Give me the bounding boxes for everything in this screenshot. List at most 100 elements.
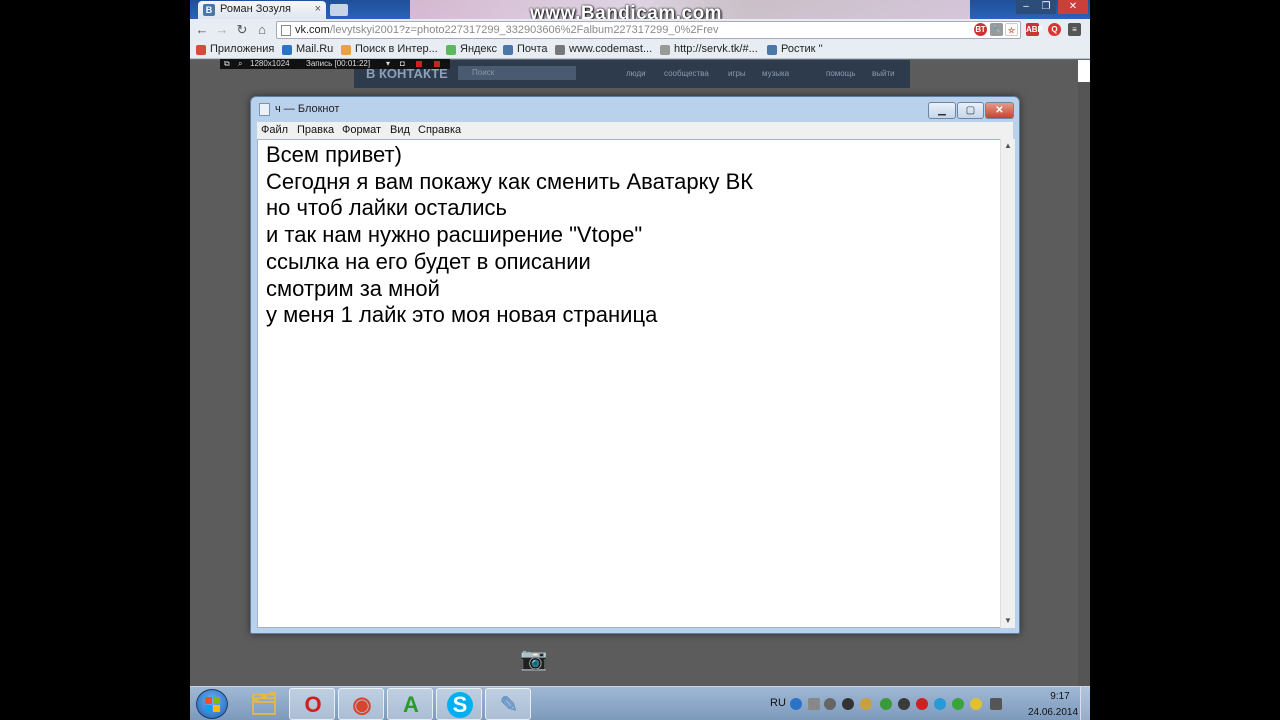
taskbar-notepad[interactable]: ✎	[485, 688, 531, 720]
browser-tab[interactable]: В Роман Зозуля ×	[198, 1, 326, 19]
bookmark-star-icon[interactable]: ☆	[1005, 23, 1018, 36]
url-host: vk.com	[295, 24, 330, 36]
scroll-up-icon[interactable]: ▲	[1001, 139, 1015, 153]
volume-icon[interactable]	[824, 698, 836, 710]
help-icon[interactable]	[790, 698, 802, 710]
clock-date[interactable]: 24.06.2014	[1020, 707, 1086, 718]
screen: В Роман Зозуля × www.Bandicam.com – ❐ ✕ …	[190, 0, 1090, 720]
skype-tray-icon[interactable]	[934, 698, 946, 710]
zoom-icon[interactable]: ⌕	[238, 59, 242, 69]
taskbar-aimp[interactable]: A	[387, 688, 433, 720]
menu-edit[interactable]: Правка	[297, 124, 334, 136]
close-button[interactable]: ✕	[1058, 0, 1088, 14]
vk-menu-item[interactable]: сообщества	[664, 69, 709, 78]
vk-search-input[interactable]: Поиск	[458, 66, 576, 80]
reload-icon[interactable]: ↻	[234, 22, 250, 38]
record-tray-icon[interactable]	[916, 698, 928, 710]
page-icon	[660, 45, 670, 55]
vtope-extension-icon[interactable]: ВТ	[974, 23, 987, 36]
bookmark-item[interactable]: Ростик ''	[767, 43, 823, 55]
language-indicator[interactable]: RU	[770, 697, 786, 709]
skype-icon: S	[447, 692, 473, 718]
search-globe-icon	[341, 45, 351, 55]
taskbar: 🗂 O ◉ A S ✎ RU 9:17 24.06.2014	[190, 686, 1090, 720]
page-icon	[281, 25, 291, 36]
taskbar-skype[interactable]: S	[436, 688, 482, 720]
app-tray-icon[interactable]	[880, 698, 892, 710]
vk-menu-item[interactable]: люди	[626, 69, 646, 78]
pause-icon[interactable]	[416, 61, 422, 67]
vk-menu-item[interactable]: музыка	[762, 69, 789, 78]
page-scrollbar[interactable]	[1078, 82, 1090, 686]
dropdown-icon[interactable]: ▾	[386, 59, 390, 68]
vk-favicon-icon: В	[203, 4, 215, 16]
system-tray: RU 9:17 24.06.2014	[768, 687, 1090, 720]
tray-arrow-icon[interactable]	[808, 698, 820, 710]
menu-icon[interactable]: ≡	[1068, 23, 1081, 36]
taskbar-chrome[interactable]: ◉	[338, 688, 384, 720]
notepad-scrollbar[interactable]: ▲ ▼	[1000, 139, 1015, 628]
menu-help[interactable]: Справка	[418, 124, 461, 136]
clock-time[interactable]: 9:17	[1036, 691, 1084, 702]
minimize-button[interactable]: –	[1016, 0, 1036, 14]
yandex-download-icon	[446, 45, 456, 55]
start-button[interactable]	[196, 689, 228, 719]
vk-menu-item[interactable]: помощь	[826, 69, 855, 78]
browser-toolbar: ← → ↻ ⌂ vk.com/levytskyi2001?z=photo2273…	[190, 19, 1090, 41]
bookmark-item[interactable]: www.codemast...	[555, 43, 652, 55]
notepad-maximize-button[interactable]: ▢	[957, 102, 984, 119]
bookmark-item[interactable]: Поиск в Интер...	[341, 43, 438, 55]
tab-title: Роман Зозуля	[220, 3, 291, 15]
bookmark-item[interactable]: Приложения	[196, 43, 274, 55]
stop-icon[interactable]	[434, 61, 440, 67]
screenshot-icon[interactable]: ◘	[400, 59, 405, 68]
notepad-menubar: Файл Правка Формат Вид Справка	[257, 122, 1013, 139]
taskbar-opera[interactable]: O	[289, 688, 335, 720]
bookmark-item[interactable]: Почта	[503, 43, 548, 55]
adblock-icon[interactable]: ABP	[1026, 23, 1043, 36]
vk-icon	[503, 45, 513, 55]
network-icon[interactable]	[990, 698, 1002, 710]
bandicam-recorder-bar: ⧉ ⌕ 1280x1024 Запись [00:01:22] ▾ ◘	[220, 59, 450, 69]
menu-format[interactable]: Формат	[342, 124, 381, 136]
page-icon	[555, 45, 565, 55]
bookmark-item[interactable]: http://servk.tk/#...	[660, 43, 758, 55]
page-scrollbar-thumb[interactable]	[1078, 60, 1090, 82]
app-tray-icon[interactable]	[860, 698, 872, 710]
url-path: /levytskyi2001?z=photo227317299_33290360…	[329, 24, 719, 36]
show-desktop-button[interactable]	[1080, 687, 1090, 720]
bookmark-item[interactable]: Mail.Ru	[282, 43, 333, 55]
recorder-resolution: 1280x1024	[250, 59, 290, 68]
app-tray-icon[interactable]	[970, 698, 982, 710]
new-tab-button[interactable]	[330, 4, 348, 16]
maximize-button[interactable]: ❐	[1036, 0, 1056, 14]
vk-menu-item[interactable]: выйти	[872, 69, 895, 78]
aimp-icon: A	[403, 692, 419, 717]
menu-file[interactable]: Файл	[261, 124, 288, 136]
network-icon[interactable]	[842, 698, 854, 710]
forward-icon[interactable]: →	[214, 22, 230, 37]
back-icon[interactable]: ←	[194, 22, 210, 37]
window-icon[interactable]: ⧉	[224, 59, 230, 69]
wrench-icon[interactable]: 🔧	[990, 23, 1003, 36]
home-icon[interactable]: ⌂	[254, 22, 270, 37]
tab-close-icon[interactable]: ×	[315, 3, 321, 15]
camera-icon[interactable]: 📷	[513, 646, 555, 674]
scroll-down-icon[interactable]: ▼	[1001, 614, 1015, 628]
app-tray-icon[interactable]	[952, 698, 964, 710]
vk-icon	[767, 45, 777, 55]
notepad-icon: ✎	[499, 692, 519, 717]
taskbar-explorer[interactable]: 🗂	[240, 688, 286, 720]
vk-menu-item[interactable]: игры	[728, 69, 746, 78]
address-bar[interactable]: vk.com/levytskyi2001?z=photo227317299_33…	[276, 21, 1021, 39]
recorder-status: Запись [00:01:22]	[306, 59, 371, 68]
notepad-icon	[259, 103, 270, 116]
app-tray-icon[interactable]	[898, 698, 910, 710]
folder-icon: 🗂	[250, 691, 278, 716]
bookmark-item[interactable]: Яндекс	[446, 43, 497, 55]
extension-icon[interactable]: Q	[1048, 23, 1061, 36]
notepad-text-area[interactable]: Всем привет) Сегодня я вам покажу как см…	[257, 139, 1001, 628]
notepad-minimize-button[interactable]: ▁	[928, 102, 956, 119]
menu-view[interactable]: Вид	[390, 124, 410, 136]
notepad-close-button[interactable]: ✕	[985, 102, 1014, 119]
